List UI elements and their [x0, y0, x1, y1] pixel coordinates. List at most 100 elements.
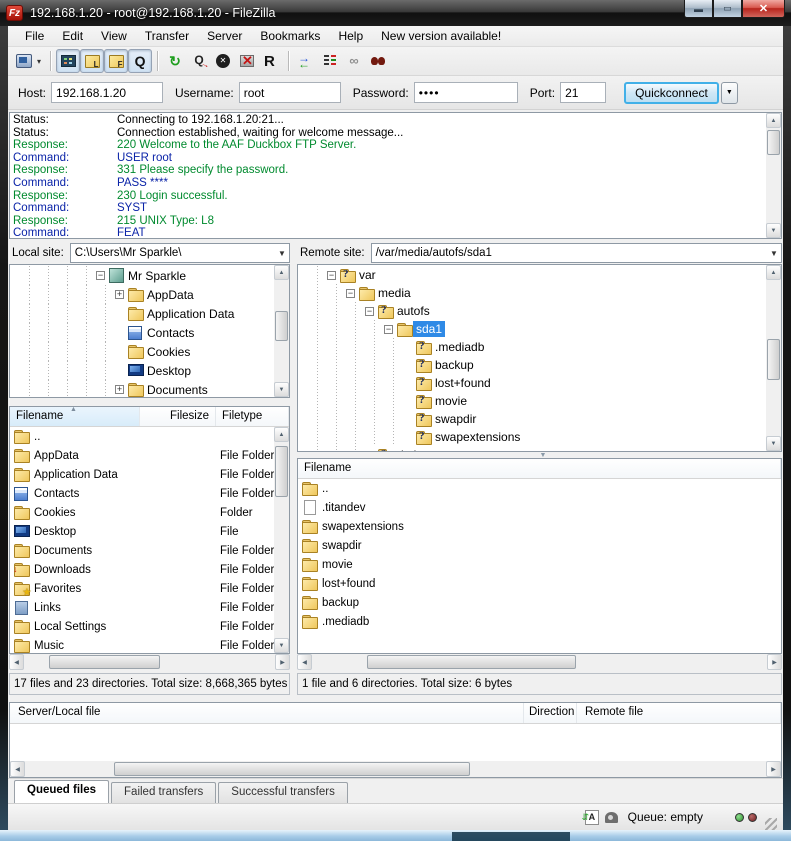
data-type-icon[interactable] [585, 810, 599, 825]
menu-item-transfer[interactable]: Transfer [136, 27, 198, 45]
combo-dropdown-icon[interactable]: ▼ [275, 249, 289, 258]
tree-row-desktop[interactable]: Desktop [10, 361, 274, 380]
toggle-queue-button[interactable] [128, 49, 152, 73]
scroll-arrow-up-icon[interactable]: ▲ [766, 113, 781, 128]
scroll-thumb[interactable] [275, 446, 288, 497]
remote-list-hscrollbar[interactable]: ◀▶ [297, 654, 782, 670]
expander-minus-icon[interactable]: − [346, 289, 355, 298]
file-row-desktop[interactable]: DesktopFile [10, 522, 274, 541]
file-row-application-data[interactable]: Application DataFile Folder [10, 465, 274, 484]
scroll-track[interactable] [312, 654, 767, 670]
local-list-hscrollbar[interactable]: ◀▶ [9, 654, 290, 670]
file-row-links[interactable]: LinksFile Folder [10, 598, 274, 617]
file-row-appdata[interactable]: AppDataFile Folder [10, 446, 274, 465]
scroll-thumb[interactable] [767, 339, 780, 380]
tree-row-mediadb[interactable]: ?.mediadb [298, 338, 766, 356]
expander-minus-icon[interactable]: − [365, 307, 374, 316]
remote-tree-scrollbar[interactable]: ▲▼ [766, 265, 781, 451]
title-bar[interactable]: Fz 192.168.1.20 - root@192.168.1.20 - Fi… [0, 0, 791, 26]
tree-row-dvd[interactable]: ?dvd [298, 446, 766, 451]
scroll-arrow-up-icon[interactable]: ▲ [274, 265, 289, 280]
column-header-filename[interactable]: Filename ▲ [10, 407, 140, 426]
tree-row-contacts[interactable]: Contacts [10, 323, 274, 342]
menu-item-edit[interactable]: Edit [53, 27, 92, 45]
tree-row-sda1[interactable]: −sda1 [298, 320, 766, 338]
tree-row-cookies[interactable]: Cookies [10, 342, 274, 361]
file-row-swapextensions[interactable]: swapextensions [298, 517, 781, 536]
tree-row-documents[interactable]: +Documents [10, 380, 274, 397]
menu-item-view[interactable]: View [92, 27, 136, 45]
scroll-arrow-right-icon[interactable]: ▶ [766, 761, 781, 777]
password-input[interactable] [414, 82, 518, 103]
splitter-collapse-icon[interactable]: ▼ [540, 452, 547, 459]
file-row-cookies[interactable]: CookiesFolder [10, 503, 274, 522]
file-row-music[interactable]: MusicFile Folder [10, 636, 274, 653]
file-row-item[interactable]: .. [298, 479, 781, 498]
tree-row-application-data[interactable]: Application Data [10, 304, 274, 323]
menu-item-server[interactable]: Server [198, 27, 251, 45]
tree-row-appdata[interactable]: +AppData [10, 285, 274, 304]
toggle-remote-tree-button[interactable] [104, 49, 128, 73]
scroll-arrow-down-icon[interactable]: ▼ [274, 382, 289, 397]
scroll-thumb[interactable] [767, 130, 780, 155]
remote-site-combo[interactable]: /var/media/autofs/sda1 ▼ [371, 243, 782, 263]
scroll-track[interactable] [766, 280, 781, 436]
tab-failed-transfers[interactable]: Failed transfers [111, 782, 216, 803]
scroll-thumb[interactable] [367, 655, 576, 669]
file-row-item[interactable]: .. [10, 427, 274, 446]
process-queue-button[interactable] [187, 49, 211, 73]
file-row-swapdir[interactable]: swapdir [298, 536, 781, 555]
synchronized-browsing-button[interactable] [294, 49, 318, 73]
resize-grip[interactable] [765, 818, 777, 830]
toggle-message-log-button[interactable] [56, 49, 80, 73]
close-button[interactable]: ✕ [742, 0, 785, 18]
expander-plus-icon[interactable]: + [115, 385, 124, 394]
site-manager-dropdown-icon[interactable]: ▾ [36, 57, 45, 66]
scroll-track[interactable] [274, 442, 289, 638]
directory-comparison-button[interactable] [318, 49, 342, 73]
tree-row-swapdir[interactable]: ?swapdir [298, 410, 766, 428]
scroll-arrow-up-icon[interactable]: ▲ [766, 265, 781, 280]
column-header-server-local-file[interactable]: Server/Local file [10, 703, 524, 723]
disconnect-button[interactable] [235, 49, 259, 73]
column-header-filesize[interactable]: Filesize [140, 407, 216, 426]
scroll-arrow-left-icon[interactable]: ◀ [297, 654, 312, 670]
tree-row-var[interactable]: −?var [298, 266, 766, 284]
scroll-arrow-left-icon[interactable]: ◀ [10, 761, 25, 777]
column-header-filetype[interactable]: Filetype [216, 407, 289, 426]
file-row-documents[interactable]: DocumentsFile Folder [10, 541, 274, 560]
file-row-favorites[interactable]: ★FavoritesFile Folder [10, 579, 274, 598]
tree-row-media[interactable]: −media [298, 284, 766, 302]
scroll-arrow-down-icon[interactable]: ▼ [274, 638, 289, 653]
search-button[interactable] [366, 49, 390, 73]
queue-hscrollbar[interactable]: ◀▶ [10, 761, 781, 777]
menu-item-file[interactable]: File [16, 27, 53, 45]
toggle-local-tree-button[interactable] [80, 49, 104, 73]
message-log-scrollbar[interactable]: ▲▼ [766, 113, 781, 238]
menu-item-bookmarks[interactable]: Bookmarks [251, 27, 329, 45]
port-input[interactable] [560, 82, 606, 103]
tree-row-autofs[interactable]: −?autofs [298, 302, 766, 320]
tree-row-movie[interactable]: ?movie [298, 392, 766, 410]
column-header-direction[interactable]: Direction [524, 703, 577, 723]
scroll-arrow-right-icon[interactable]: ▶ [275, 654, 290, 670]
host-input[interactable] [51, 82, 163, 103]
maximize-button[interactable]: ▭ [713, 0, 742, 18]
quickconnect-dropdown-button[interactable]: ▼ [721, 82, 738, 104]
local-splitter-sash[interactable] [8, 398, 291, 406]
scroll-thumb[interactable] [275, 311, 288, 342]
scroll-thumb[interactable] [49, 655, 159, 669]
scroll-arrow-up-icon[interactable]: ▲ [274, 427, 289, 442]
cancel-button[interactable] [211, 49, 235, 73]
file-row-downloads[interactable]: ↓DownloadsFile Folder [10, 560, 274, 579]
refresh-button[interactable] [163, 49, 187, 73]
local-site-combo[interactable]: C:\Users\Mr Sparkle\ ▼ [70, 243, 290, 263]
expander-minus-icon[interactable]: − [327, 271, 336, 280]
file-row-titandev[interactable]: .titandev [298, 498, 781, 517]
tree-row-lost-found[interactable]: ?lost+found [298, 374, 766, 392]
tab-queued-files[interactable]: Queued files [14, 780, 109, 803]
scroll-arrow-right-icon[interactable]: ▶ [767, 654, 782, 670]
file-row-movie[interactable]: movie [298, 555, 781, 574]
local-list-scrollbar[interactable]: ▲▼ [274, 427, 289, 653]
column-header-remote-file[interactable]: Remote file [577, 703, 781, 723]
